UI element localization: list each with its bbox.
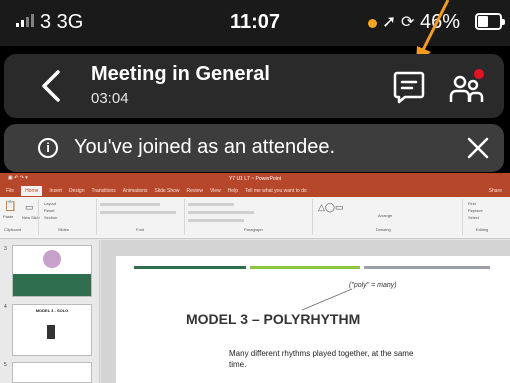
tab-help[interactable]: Help bbox=[228, 188, 238, 194]
group-paragraph: Paragraph bbox=[244, 227, 263, 232]
note-pointer-line bbox=[301, 288, 353, 311]
shared-powerpoint-screen: ▣ ↶ ↷ ▾ Y7 U1 L7 ~ PowerPoint File Home … bbox=[0, 173, 510, 383]
current-slide[interactable]: ("poly" = many) MODEL 3 – POLYRHYTHM Man… bbox=[116, 256, 510, 383]
tab-insert[interactable]: Insert bbox=[49, 188, 62, 194]
new-slide-icon: ▭ bbox=[25, 202, 34, 212]
close-icon[interactable] bbox=[467, 137, 489, 159]
accent-bar bbox=[250, 266, 360, 269]
select-button[interactable]: Select bbox=[468, 215, 479, 220]
thumbnail-number: 5 bbox=[4, 362, 7, 368]
slide-body-text: Many different rhythms played together, … bbox=[229, 349, 414, 369]
chat-icon[interactable] bbox=[392, 70, 426, 104]
tab-animations[interactable]: Animations bbox=[123, 188, 148, 194]
slide-heading: MODEL 3 – POLYRHYTHM bbox=[186, 311, 361, 327]
paste-icon: 📋 bbox=[4, 201, 17, 212]
tab-home[interactable]: Home bbox=[21, 186, 43, 196]
shapes-icon: △◯▭ bbox=[318, 202, 344, 212]
ppt-window-title: Y7 U1 L7 ~ PowerPoint bbox=[228, 176, 282, 182]
meeting-elapsed-time: 03:04 bbox=[91, 90, 129, 107]
reset-button[interactable]: Reset bbox=[44, 208, 54, 213]
ppt-ribbon: 📋 Paste ▭ New Slide Layout Reset Section… bbox=[0, 197, 510, 239]
attendee-banner: i You've joined as an attendee. bbox=[4, 124, 504, 172]
slide-thumbnail[interactable] bbox=[12, 245, 92, 297]
thumbnail-title: MODEL 3 - SOLO bbox=[35, 308, 69, 313]
battery-icon bbox=[475, 13, 505, 30]
participants-icon[interactable] bbox=[448, 68, 486, 104]
tab-transitions[interactable]: Transitions bbox=[92, 188, 116, 194]
tell-me-search[interactable]: Tell me what you want to do bbox=[245, 188, 307, 194]
recording-dot-icon bbox=[368, 19, 377, 28]
status-bar: 3 3G 11:07 ➚ ⟳ 46% bbox=[0, 0, 510, 46]
slide-thumbnail[interactable] bbox=[12, 362, 92, 383]
ppt-title-bar: ▣ ↶ ↷ ▾ Y7 U1 L7 ~ PowerPoint bbox=[0, 173, 510, 185]
info-icon: i bbox=[38, 138, 58, 158]
tab-slide-show[interactable]: Slide Show bbox=[155, 188, 180, 194]
group-clipboard: Clipboard bbox=[4, 227, 22, 232]
slide-annotation: ("poly" = many) bbox=[349, 282, 397, 289]
layout-button[interactable]: Layout bbox=[44, 201, 56, 206]
slide-thumbnail[interactable]: MODEL 3 - SOLO bbox=[12, 304, 92, 356]
slide-thumbnails-pane: 3 4 MODEL 3 - SOLO 5 bbox=[0, 240, 100, 383]
banner-message: You've joined as an attendee. bbox=[74, 136, 336, 158]
thumbnail-number: 4 bbox=[4, 304, 7, 310]
orientation-lock-icon: ⟳ bbox=[401, 14, 415, 31]
tab-file[interactable]: File bbox=[6, 188, 14, 194]
battery-percent: 46% bbox=[420, 11, 461, 33]
back-icon[interactable] bbox=[34, 68, 70, 104]
meeting-title: Meeting in General bbox=[91, 63, 270, 85]
group-editing: Editing bbox=[476, 227, 489, 232]
slide-editor: ("poly" = many) MODEL 3 – POLYRHYTHM Man… bbox=[101, 240, 510, 383]
group-slides: Slides bbox=[58, 227, 69, 232]
tab-review[interactable]: Review bbox=[187, 188, 203, 194]
thumbnail-number: 3 bbox=[4, 246, 7, 252]
tab-view[interactable]: View bbox=[210, 188, 221, 194]
meeting-header: Meeting in General 03:04 bbox=[4, 54, 504, 118]
section-button[interactable]: Section bbox=[44, 215, 57, 220]
accent-bar bbox=[364, 266, 490, 269]
group-font: Font bbox=[136, 227, 145, 232]
arrange-button[interactable]: Arrange bbox=[378, 213, 392, 218]
share-button[interactable]: Share bbox=[489, 188, 502, 194]
group-drawing: Drawing bbox=[376, 227, 391, 232]
notification-badge bbox=[474, 69, 484, 79]
find-button[interactable]: Find bbox=[468, 201, 476, 206]
tab-design[interactable]: Design bbox=[69, 188, 85, 194]
replace-button[interactable]: Replace bbox=[468, 208, 483, 213]
location-icon: ➚ bbox=[382, 12, 397, 31]
accent-bar bbox=[134, 266, 246, 269]
ppt-ribbon-tabs: File Home Insert Design Transitions Anim… bbox=[0, 185, 510, 197]
paste-button[interactable]: Paste bbox=[3, 214, 13, 219]
